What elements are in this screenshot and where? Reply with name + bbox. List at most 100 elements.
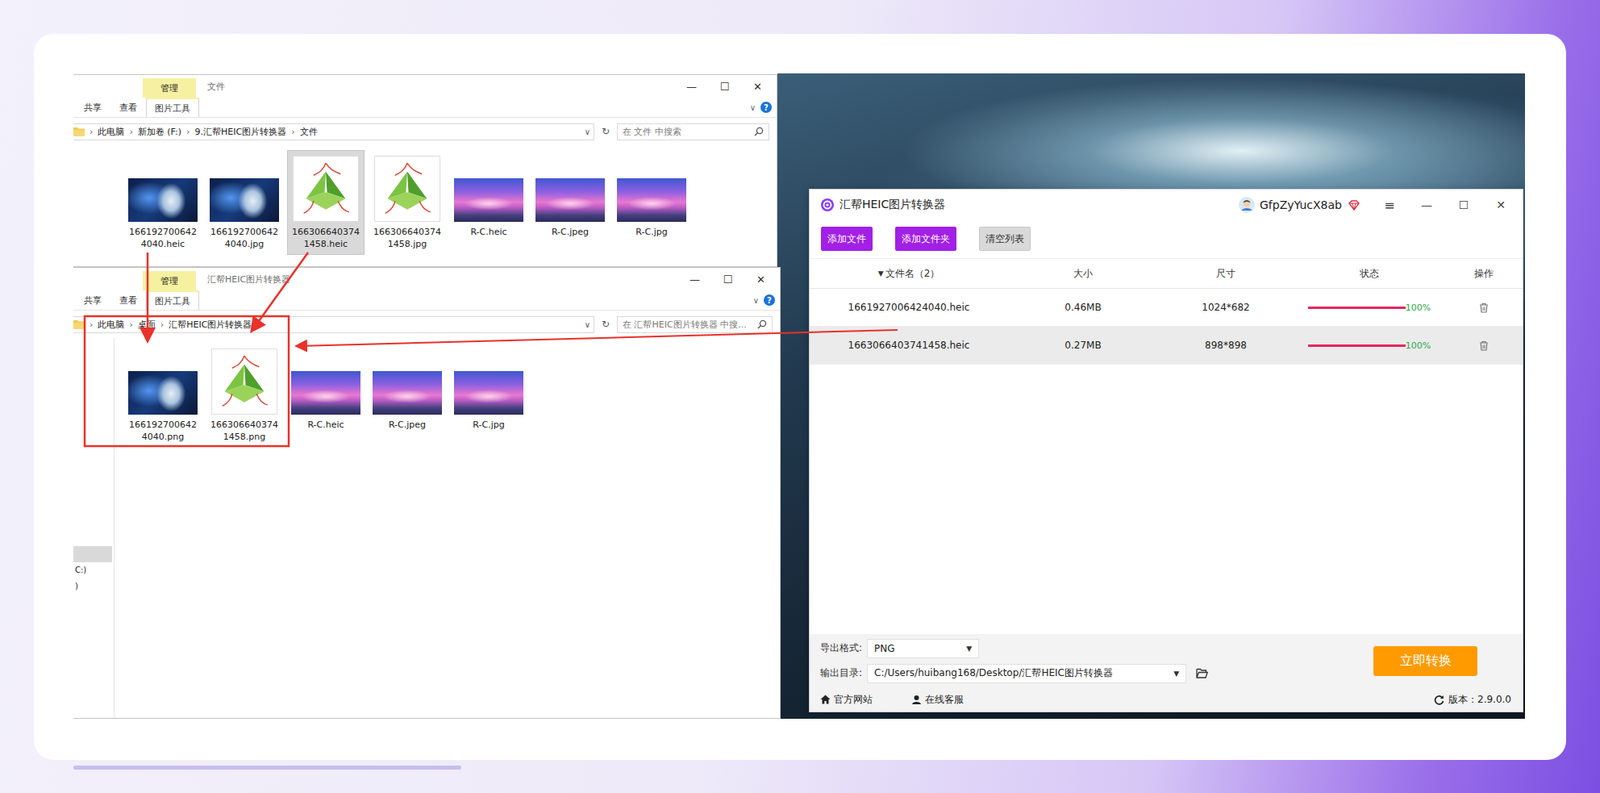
window-control-button[interactable]: — bbox=[1408, 198, 1446, 212]
file-name: R-C.jpeg bbox=[372, 419, 442, 432]
search-field[interactable]: 在 汇帮HEIC图片转换器 中搜... bbox=[616, 316, 773, 334]
help-button[interactable]: ? bbox=[760, 101, 772, 113]
refresh-button[interactable]: ↻ bbox=[599, 318, 613, 330]
converter-window[interactable]: 汇帮HEIC图片转换器 GfpZyYucX8ab ≡—☐✕ 添加文件添加文件夹清空列表… bbox=[808, 188, 1524, 713]
refresh-icon[interactable] bbox=[1433, 694, 1445, 705]
file-item[interactable]: R-C.heic bbox=[450, 150, 528, 243]
vip-diamond-icon[interactable] bbox=[1348, 200, 1360, 211]
footer-link[interactable]: 在线客服 bbox=[911, 692, 964, 707]
convert-button[interactable]: 立即转换 bbox=[1373, 645, 1478, 676]
file-item[interactable]: 1661927006424040.png bbox=[124, 342, 202, 448]
ribbon-tab[interactable]: 查看 bbox=[110, 290, 146, 310]
trash-icon[interactable] bbox=[1479, 302, 1489, 313]
ribbon-tab[interactable]: 图片工具 bbox=[145, 97, 200, 117]
dropdown-arrow: ▼ bbox=[966, 644, 972, 653]
ribbon-tab[interactable]: 图片工具 bbox=[145, 290, 200, 310]
table-row[interactable]: 1661927006424040.heic0.46MB1024*682100% bbox=[809, 288, 1523, 327]
nav-item[interactable]: ) bbox=[73, 578, 114, 595]
address-bar[interactable]: ›此电脑›桌面›汇帮HEIC图片转换器∨ bbox=[73, 316, 595, 334]
file-item[interactable]: R-C.jpg bbox=[450, 342, 528, 436]
action-cell bbox=[1445, 326, 1523, 364]
progress-fill bbox=[1308, 344, 1406, 347]
window-control-button[interactable]: ☐ bbox=[708, 80, 742, 93]
breadcrumb-item[interactable]: 文件 bbox=[300, 125, 318, 138]
output-select[interactable]: C:/Users/huibang168/Desktop/汇帮HEIC图片转换器▼ bbox=[866, 663, 1187, 684]
window-title: 汇帮HEIC图片转换器 bbox=[839, 197, 946, 213]
column-header[interactable]: ▼文件名（2） bbox=[809, 258, 1009, 288]
zongzi-icon bbox=[295, 158, 357, 220]
help-button[interactable]: ? bbox=[763, 294, 775, 306]
breadcrumb-item[interactable]: 新加卷 (F:) bbox=[137, 125, 182, 138]
window-control-button[interactable]: — bbox=[675, 80, 709, 93]
format-row: 导出格式:PNG▼ bbox=[820, 635, 1209, 661]
address-dropdown[interactable]: ∨ bbox=[584, 127, 591, 137]
window-control-button[interactable]: ☐ bbox=[1445, 198, 1483, 212]
format-select[interactable]: PNG▼ bbox=[866, 638, 980, 659]
table-row[interactable]: 1663066403741458.heic0.27MB898*898100% bbox=[809, 326, 1523, 365]
annotation-arrow bbox=[297, 329, 898, 346]
file-list: 1661927006424040.heic1661927006424040.jp… bbox=[114, 145, 695, 267]
breadcrumb-item[interactable]: 9.汇帮HEIC图片转换器 bbox=[194, 125, 287, 138]
landscape-thumbnail bbox=[535, 178, 605, 222]
file-item[interactable]: R-C.jpg bbox=[612, 150, 691, 243]
status-cell: 100% bbox=[1293, 326, 1446, 364]
toolbar-button[interactable]: 添加文件夹 bbox=[895, 226, 957, 251]
menu-button[interactable]: ≡ bbox=[1370, 197, 1409, 213]
annotation-arrow bbox=[252, 252, 309, 330]
nav-item[interactable]: C:) bbox=[73, 562, 114, 579]
address-row: ›此电脑›桌面›汇帮HEIC图片转换器∨↻在 汇帮HEIC图片转换器 中搜... bbox=[73, 310, 780, 338]
file-item[interactable]: R-C.jpeg bbox=[368, 342, 446, 436]
navigation-pane bbox=[73, 145, 115, 267]
refresh-button[interactable]: ↻ bbox=[599, 125, 613, 138]
landscape-thumbnail bbox=[372, 370, 442, 415]
window-control-button[interactable]: ✕ bbox=[744, 273, 778, 286]
ribbon-tab[interactable]: 共享 bbox=[75, 290, 111, 310]
breadcrumb-item[interactable]: 桌面 bbox=[137, 318, 156, 331]
ribbon-toggle[interactable]: ∨ bbox=[745, 97, 761, 117]
file-item[interactable]: R-C.jpeg bbox=[531, 150, 609, 243]
context-tab[interactable]: 管理 bbox=[142, 78, 196, 98]
toolbar-button[interactable]: 清空列表 bbox=[979, 226, 1031, 251]
search-placeholder: 在 文件 中搜索 bbox=[622, 125, 682, 138]
file-item[interactable]: 1663066403741458.jpg bbox=[368, 150, 446, 255]
nav-highlight-row[interactable] bbox=[73, 545, 113, 563]
ribbon-tab[interactable]: 查看 bbox=[110, 97, 146, 117]
toolbar-button[interactable]: 添加文件 bbox=[820, 226, 873, 251]
window-control-button[interactable]: ☐ bbox=[711, 273, 745, 286]
window-body: C:)) 1661927006424040.png1663066403741458… bbox=[73, 337, 780, 718]
user-name[interactable]: GfpZyYucX8ab bbox=[1259, 198, 1342, 212]
window-controls: —☐✕ bbox=[675, 80, 775, 93]
breadcrumb-item[interactable]: 汇帮HEIC图片转换器 bbox=[168, 318, 252, 331]
output-label: 输出目录: bbox=[820, 666, 863, 680]
explorer-window[interactable]: 管理汇帮HEIC图片转换器—☐✕共享查看图片工具∨?›此电脑›桌面›汇帮HEIC… bbox=[73, 266, 781, 719]
breadcrumb-item[interactable]: 此电脑 bbox=[97, 318, 125, 331]
address-dropdown[interactable]: ∨ bbox=[584, 320, 591, 330]
footer-link[interactable]: 官方网站 bbox=[820, 692, 873, 707]
context-tab[interactable]: 管理 bbox=[142, 270, 196, 291]
progress-text: 100% bbox=[1405, 302, 1431, 313]
file-item[interactable]: 1663066403741458.png bbox=[205, 342, 284, 448]
file-item[interactable]: R-C.heic bbox=[287, 342, 365, 436]
open-folder-icon[interactable] bbox=[1195, 667, 1209, 679]
settings: 导出格式:PNG▼ 输出目录:C:/Users/huibang168/Deskto… bbox=[820, 635, 1209, 686]
column-header: 状态 bbox=[1293, 258, 1446, 288]
photo-thumbnail bbox=[209, 178, 280, 222]
file-item[interactable]: 1663066403741458.heic bbox=[287, 150, 365, 255]
ribbon-toggle[interactable]: ∨ bbox=[748, 290, 764, 310]
address-bar[interactable]: ›此电脑›新加卷 (F:)›9.汇帮HEIC图片转换器›文件∨ bbox=[73, 123, 595, 141]
file-item[interactable]: 1661927006424040.heic bbox=[124, 150, 202, 255]
settings-panel: 导出格式:PNG▼ 输出目录:C:/Users/huibang168/Deskto… bbox=[809, 633, 1523, 688]
explorer-window[interactable]: 管理文件—☐✕共享查看图片工具∨?›此电脑›新加卷 (F:)›9.汇帮HEIC图… bbox=[73, 74, 778, 267]
window-control-button[interactable]: ✕ bbox=[741, 80, 775, 93]
search-field[interactable]: 在 文件 中搜索 bbox=[616, 123, 770, 141]
toolbar: 添加文件添加文件夹清空列表 bbox=[809, 220, 1523, 259]
ribbon-tab[interactable]: 共享 bbox=[75, 97, 111, 117]
breadcrumb-item[interactable]: 此电脑 bbox=[97, 125, 125, 138]
trash-icon[interactable] bbox=[1479, 340, 1489, 351]
file-item[interactable]: 1661927006424040.jpg bbox=[205, 150, 284, 255]
window-control-button[interactable]: ✕ bbox=[1482, 198, 1520, 212]
window-control-button[interactable]: — bbox=[678, 273, 712, 286]
annotation-arrow bbox=[146, 252, 150, 340]
column-header: 尺寸 bbox=[1158, 258, 1294, 288]
user-avatar-icon[interactable] bbox=[1238, 196, 1255, 213]
